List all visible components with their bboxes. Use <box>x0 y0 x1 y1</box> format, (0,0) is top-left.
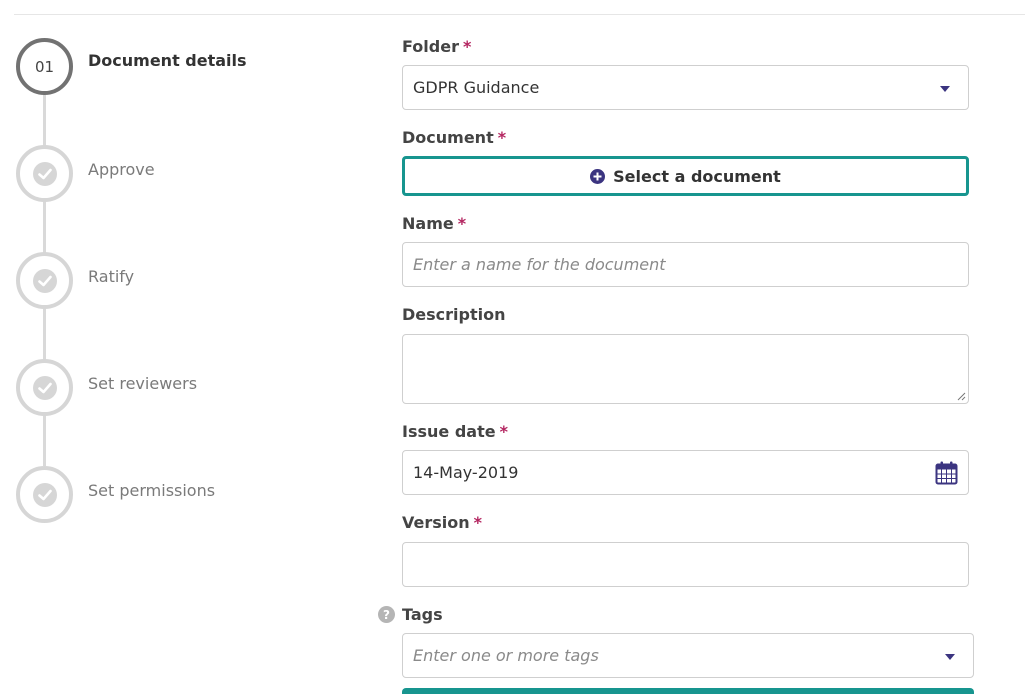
folder-select[interactable]: GDPR Guidance <box>402 65 969 110</box>
folder-selected-value: GDPR Guidance <box>413 78 540 97</box>
description-label: Description <box>402 305 505 324</box>
check-icon <box>32 375 57 400</box>
description-label-text: Description <box>402 305 506 324</box>
step-label: Set permissions <box>88 481 216 500</box>
issue-date-label-text: Issue date <box>402 422 496 441</box>
step-number: 01 <box>34 57 55 76</box>
step-status-circle <box>16 466 73 523</box>
tags-label-text: Tags <box>402 605 443 624</box>
select-document-label: Select a document <box>613 166 781 186</box>
version-input[interactable] <box>402 542 969 587</box>
calendar-icon[interactable] <box>935 461 958 485</box>
version-label-text: Version <box>402 513 470 532</box>
step-number-circle: 01 <box>16 38 73 95</box>
name-label: Name * <box>402 214 466 233</box>
version-label: Version * <box>402 513 482 532</box>
issue-date-value: 14-May-2019 <box>413 463 519 482</box>
step-label: Approve <box>88 160 155 179</box>
caret-down-icon <box>940 86 950 92</box>
document-details-form: Folder * GDPR Guidance Document * Select a… <box>402 0 982 692</box>
step-status-circle <box>16 359 73 416</box>
select-document-button[interactable]: Select a document <box>402 156 969 196</box>
required-marker: * <box>499 422 508 441</box>
name-placeholder: Enter a name for the document <box>413 255 666 274</box>
tags-select[interactable]: Enter one or more tags <box>402 633 974 678</box>
name-label-text: Name <box>402 214 454 233</box>
step-status-circle <box>16 252 73 309</box>
question-circle-icon[interactable]: ? <box>378 606 395 623</box>
required-marker: * <box>457 214 467 233</box>
step-status-circle <box>16 145 73 202</box>
check-icon <box>32 482 57 507</box>
tags-label: Tags <box>402 605 443 624</box>
description-textarea[interactable] <box>402 334 969 404</box>
folder-label-text: Folder <box>402 37 459 56</box>
required-marker: * <box>462 37 472 56</box>
document-label: Document * <box>402 128 506 147</box>
caret-down-icon <box>945 654 955 660</box>
resize-grip-icon[interactable] <box>956 391 966 401</box>
folder-label: Folder * <box>402 37 471 56</box>
issue-date-input[interactable]: 14-May-2019 <box>402 450 969 495</box>
step-label: Set reviewers <box>88 374 198 393</box>
step-label: Document details <box>88 51 247 70</box>
wizard-stepper: 01 Document details Approve Ratify Set r… <box>0 0 380 692</box>
check-icon <box>32 268 57 293</box>
required-marker: * <box>473 513 483 532</box>
document-label-text: Document <box>402 128 494 147</box>
name-input[interactable]: Enter a name for the document <box>402 242 969 287</box>
tags-placeholder: Enter one or more tags <box>413 646 599 665</box>
required-marker: * <box>497 128 507 147</box>
next-button-partial[interactable] <box>402 688 974 694</box>
step-label: Ratify <box>88 267 135 286</box>
issue-date-label: Issue date * <box>402 422 508 441</box>
check-icon <box>32 161 57 186</box>
plus-circle-icon <box>590 168 606 184</box>
